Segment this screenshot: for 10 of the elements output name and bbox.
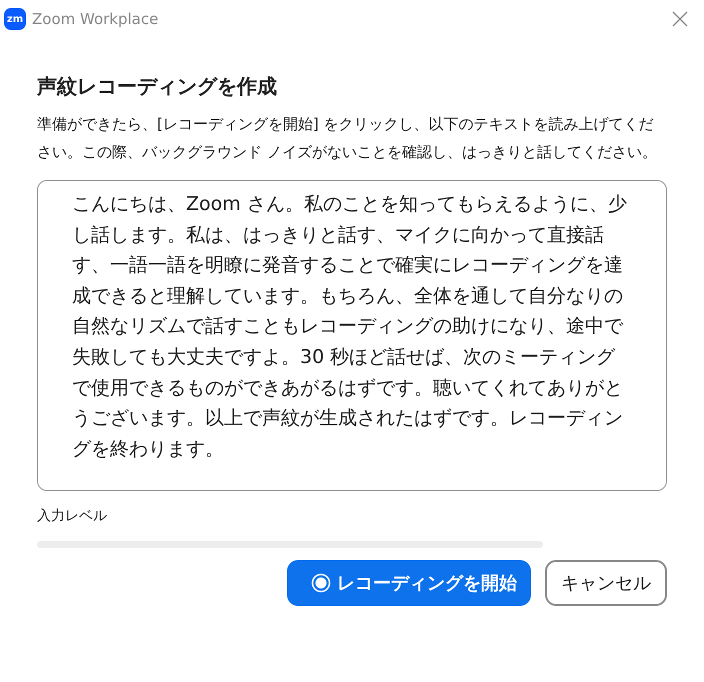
dialog-heading: 声紋レコーディングを作成 (37, 73, 278, 100)
cancel-button[interactable]: キャンセル (545, 560, 667, 606)
app-logo: zm (4, 8, 26, 30)
start-recording-button[interactable]: レコーディングを開始 (287, 560, 531, 606)
script-text: こんにちは、Zoom さん。私のことを知ってもらえるように、少し話します。私は、はっきりと話す、マイクに向かって直接話す、一語一語を明瞭に発音することで確実にレコーディングを達成できると理解しています。もちろん、全体を通して自分なりの自然なリズムで話すこともレコーディングの助けになり、途中で失敗しても大丈夫ですよ。30 秒ほど話せば、次のミーティングで使用できるものができあがるはずです。聴いてくれてありがとうございます。以上で声紋が生成されたはずです。レコーディングを終わります。 (37, 180, 667, 491)
record-icon (311, 573, 331, 593)
input-level-label: 入力レベル (37, 507, 108, 525)
close-icon[interactable] (672, 11, 688, 27)
window-title: Zoom Workplace (32, 10, 160, 28)
instructions-text: 準備ができたら、[レコーディングを開始] をクリックし、以下のテキストを読み上げてください。この際、バックグラウンド ノイズがないことを確認し、はっきりと話してください。 (37, 114, 658, 163)
